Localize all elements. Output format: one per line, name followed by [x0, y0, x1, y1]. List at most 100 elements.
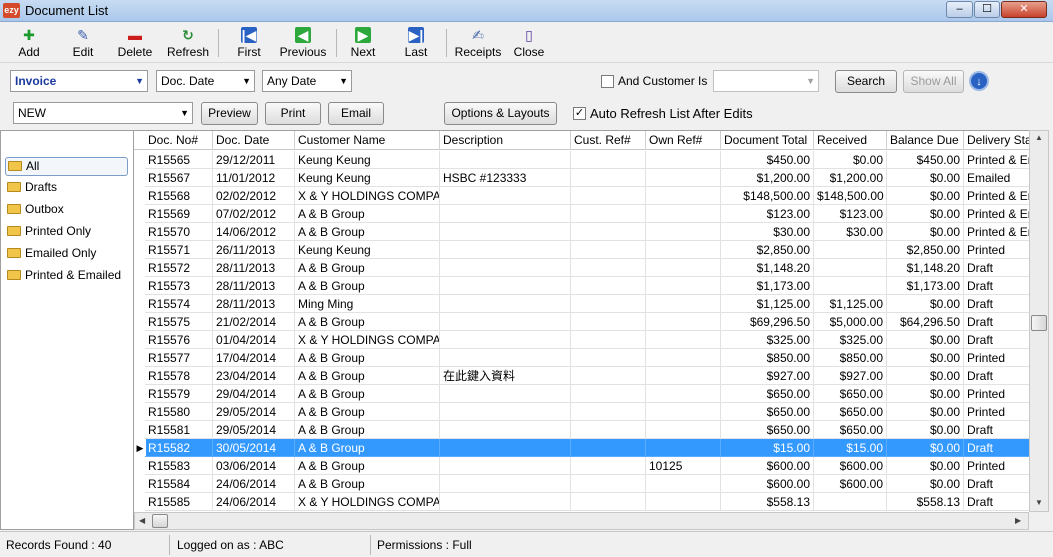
table-row[interactable]: R15569 07/02/2012 A & B Group $123.00 $123.0… — [134, 205, 1029, 223]
table-cell: R15581 — [145, 421, 213, 439]
show-all-button[interactable]: Show All — [903, 70, 964, 93]
sidebar-item-outbox[interactable]: Outbox — [5, 201, 128, 220]
last-button[interactable]: ▶| Last — [400, 25, 432, 61]
maximize-button[interactable]: ☐ — [974, 1, 1000, 18]
table-cell: Printed — [964, 403, 1029, 421]
add-button[interactable]: ✚ Add — [8, 25, 50, 61]
previous-button[interactable]: ◀ Previous — [278, 25, 328, 61]
column-header[interactable]: Customer Name — [295, 131, 440, 150]
column-header[interactable]: Balance Due — [887, 131, 964, 150]
table-row[interactable]: R15567 11/01/2012 Keung Keung HSBC #123333 $… — [134, 169, 1029, 187]
table-cell: 24/06/2014 — [213, 493, 295, 511]
options-layouts-button[interactable]: Options & Layouts — [444, 102, 557, 125]
table-row[interactable]: ▶ R15582 30/05/2014 A & B Group $15.00 $15.00… — [134, 439, 1029, 457]
table-cell: R15580 — [145, 403, 213, 421]
previous-icon: ◀ — [295, 27, 311, 43]
table-cell — [440, 385, 571, 403]
column-header[interactable]: Doc. Date — [213, 131, 295, 150]
window-title: Document List — [25, 3, 109, 18]
table-row[interactable]: R15581 29/05/2014 A & B Group $650.00 $650.0… — [134, 421, 1029, 439]
table-row[interactable]: R15570 14/06/2012 A & B Group $30.00 $30.00 $… — [134, 223, 1029, 241]
doc-type-select[interactable]: Invoice ▼ — [10, 70, 148, 92]
refresh-button[interactable]: ↻ Refresh — [164, 25, 212, 61]
scroll-right-icon[interactable]: ▶ — [1015, 516, 1021, 525]
table-row[interactable]: R15574 28/11/2013 Ming Ming $1,125.00 $1,125… — [134, 295, 1029, 313]
search-button[interactable]: Search — [835, 70, 897, 93]
column-header[interactable]: Document Total — [721, 131, 814, 150]
sidebar-item-printed-only[interactable]: Printed Only — [5, 223, 128, 242]
column-header[interactable]: Cust. Ref# — [571, 131, 646, 150]
close-window-button[interactable]: ✕ — [1001, 1, 1047, 18]
first-button[interactable]: |◀ First — [232, 25, 266, 61]
scroll-up-icon[interactable]: ▲ — [1035, 133, 1043, 142]
customer-select[interactable]: ▼ — [713, 70, 819, 92]
table-row[interactable]: R15575 21/02/2014 A & B Group $69,296.50 $5,… — [134, 313, 1029, 331]
toolbar: ✚ Add ✎ Edit ▬ Delete ↻ Refresh |◀ First… — [0, 23, 1053, 63]
table-row[interactable]: R15573 28/11/2013 A & B Group $1,173.00 $1,1… — [134, 277, 1029, 295]
receipts-button[interactable]: ✍ Receipts — [452, 25, 504, 61]
table-cell — [571, 151, 646, 169]
table-cell: $650.00 — [721, 385, 814, 403]
vertical-scrollbar[interactable]: ▲ ▼ — [1029, 130, 1049, 512]
horizontal-scroll-thumb[interactable] — [152, 514, 168, 528]
table-cell — [571, 169, 646, 187]
sidebar-item-all[interactable]: All — [5, 157, 128, 176]
table-cell — [571, 295, 646, 313]
folder-icon — [7, 270, 21, 280]
table-cell: Printed & Emailed — [964, 223, 1029, 241]
sidebar-item-printed-emailed[interactable]: Printed & Emailed — [5, 267, 128, 286]
table-row[interactable]: R15580 29/05/2014 A & B Group $650.00 $650.0… — [134, 403, 1029, 421]
sidebar-item-emailed-only[interactable]: Emailed Only — [5, 245, 128, 264]
column-header[interactable]: Description — [440, 131, 571, 150]
next-button[interactable]: ▶ Next — [346, 25, 380, 61]
table-cell — [571, 421, 646, 439]
table-cell: $450.00 — [721, 151, 814, 169]
table-cell: $650.00 — [721, 421, 814, 439]
table-row[interactable]: R15579 29/04/2014 A & B Group $650.00 $650.0… — [134, 385, 1029, 403]
table-cell — [646, 241, 721, 259]
table-row[interactable]: R1558524/06/2014X & Y HOLDINGS COMPANY $5… — [134, 493, 1029, 511]
table-cell: R15579 — [145, 385, 213, 403]
sort-by-select[interactable]: Doc. Date ▼ — [156, 70, 255, 92]
table-row[interactable]: R15577 17/04/2014 A & B Group $850.00 $850.0… — [134, 349, 1029, 367]
table-cell: $850.00 — [721, 349, 814, 367]
status-select[interactable]: NEW ▼ — [13, 102, 193, 124]
table-row[interactable]: R15571 26/11/2013 Keung Keung $2,850.00 $2,8… — [134, 241, 1029, 259]
column-header[interactable]: Received — [814, 131, 887, 150]
close-button[interactable]: ▯ Close — [512, 25, 546, 61]
table-row[interactable]: R1557601/04/2014X & Y HOLDINGS COMPANY $3… — [134, 331, 1029, 349]
scroll-down-icon[interactable]: ▼ — [1035, 498, 1043, 507]
column-header[interactable]: Doc. No# — [145, 131, 213, 150]
table-row[interactable]: R15583 03/06/2014 A & B Group 10125 $600.00 $… — [134, 457, 1029, 475]
table-cell: Keung Keung — [295, 241, 440, 259]
sidebar-item-drafts[interactable]: Drafts — [5, 179, 128, 198]
table-row[interactable]: R15565 29/12/2011 Keung Keung $450.00 $0.00 $… — [134, 151, 1029, 169]
column-header[interactable]: Own Ref# — [646, 131, 721, 150]
and-customer-checkbox[interactable] — [601, 75, 614, 88]
preview-button[interactable]: Preview — [201, 102, 258, 125]
email-button[interactable]: Email — [328, 102, 384, 125]
app-icon: ezy — [3, 3, 20, 18]
table-row[interactable]: R15578 23/04/2014 A & B Group 在此鍵入資料 $927.00… — [134, 367, 1029, 385]
table-row[interactable]: R15584 24/06/2014 A & B Group $600.00 $600.0… — [134, 475, 1029, 493]
column-header[interactable]: Delivery Status — [964, 131, 1029, 150]
table-cell: A & B Group — [295, 403, 440, 421]
arrow-down-icon[interactable]: ↓ — [969, 71, 989, 91]
edit-button[interactable]: ✎ Edit — [62, 25, 104, 61]
table-cell: Printed — [964, 457, 1029, 475]
delete-button[interactable]: ▬ Delete — [114, 25, 156, 61]
scroll-left-icon[interactable]: ◀ — [139, 516, 145, 525]
vertical-scroll-thumb[interactable] — [1031, 315, 1047, 331]
table-cell — [440, 475, 571, 493]
date-range-select[interactable]: Any Date ▼ — [262, 70, 352, 92]
table-cell — [646, 349, 721, 367]
horizontal-scrollbar[interactable]: ◀ ▶ — [134, 512, 1029, 530]
table-cell: $325.00 — [814, 331, 887, 349]
auto-refresh-checkbox[interactable]: ✓ — [573, 107, 586, 120]
table-cell: Printed — [964, 349, 1029, 367]
table-cell — [646, 151, 721, 169]
table-row[interactable]: R1556802/02/2012X & Y HOLDINGS COMPANY $1… — [134, 187, 1029, 205]
table-row[interactable]: R15572 28/11/2013 A & B Group $1,148.20 $1,1… — [134, 259, 1029, 277]
minimize-button[interactable]: – — [946, 1, 973, 18]
print-button[interactable]: Print — [265, 102, 321, 125]
